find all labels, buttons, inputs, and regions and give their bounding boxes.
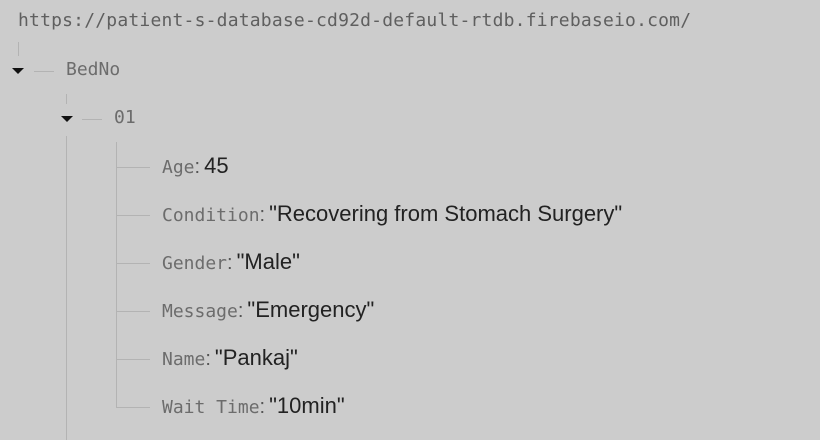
tree-connector-line <box>116 359 150 360</box>
tree-connector-line <box>116 142 117 408</box>
field-name-key: Name <box>162 349 206 370</box>
tree-connector-line <box>82 119 102 120</box>
tree-connector-line <box>116 263 150 264</box>
bed-01-node-key[interactable]: 01 <box>114 107 136 128</box>
field-condition[interactable]: Condition : "Recovering from Stomach Sur… <box>162 201 622 227</box>
tree-connector-line <box>34 71 54 72</box>
tree-connector-line <box>116 215 150 216</box>
field-wait-time[interactable]: Wait Time : "10min" <box>162 393 345 419</box>
tree-connector-line <box>116 167 150 168</box>
field-message-value[interactable]: "Emergency" <box>247 297 374 323</box>
field-gender[interactable]: Gender : "Male" <box>162 249 300 275</box>
tree-connector-line <box>66 94 67 104</box>
field-age-key: Age <box>162 157 195 178</box>
tree-connector-line <box>116 407 150 408</box>
field-age[interactable]: Age : 45 <box>162 153 229 179</box>
field-age-value[interactable]: 45 <box>204 153 228 179</box>
field-wait-time-separator: : <box>259 396 266 418</box>
field-message-key: Message <box>162 301 238 322</box>
field-wait-time-value[interactable]: "10min" <box>269 393 345 419</box>
field-gender-value[interactable]: "Male" <box>237 249 300 275</box>
field-age-separator: : <box>194 156 201 178</box>
tree-connector-line <box>66 136 67 440</box>
bed-01-collapse-toggle-icon[interactable] <box>59 111 75 127</box>
field-condition-value[interactable]: "Recovering from Stomach Surgery" <box>269 201 622 227</box>
field-condition-separator: : <box>259 204 266 226</box>
field-wait-time-key: Wait Time <box>162 397 260 418</box>
field-gender-key: Gender <box>162 253 228 274</box>
database-root-url[interactable]: https://patient-s-database-cd92d-default… <box>18 10 691 31</box>
field-message-separator: : <box>237 300 244 322</box>
field-message[interactable]: Message : "Emergency" <box>162 297 374 323</box>
field-name-separator: : <box>205 348 211 370</box>
tree-connector-line <box>18 42 19 56</box>
field-name[interactable]: Name : "Pankaj" <box>162 345 298 371</box>
bedno-node-key[interactable]: BedNo <box>66 59 120 80</box>
tree-connector-line <box>116 311 150 312</box>
bedno-collapse-toggle-icon[interactable] <box>10 63 26 79</box>
field-name-value[interactable]: "Pankaj" <box>215 345 298 371</box>
field-condition-key: Condition <box>162 205 260 226</box>
field-gender-separator: : <box>227 252 233 274</box>
